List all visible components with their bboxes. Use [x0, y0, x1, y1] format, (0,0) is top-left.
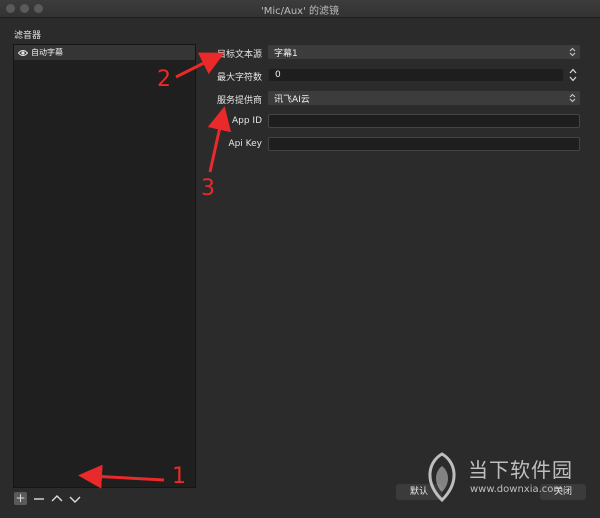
updown-chevron-icon	[568, 92, 577, 104]
minus-icon	[34, 497, 44, 500]
move-down-button[interactable]	[67, 492, 83, 505]
filters-section-label: 滤音器	[14, 31, 42, 41]
api-key-label: Api Key	[228, 139, 262, 149]
remove-filter-button[interactable]	[31, 492, 47, 505]
window-title: 'Mic/Aux' 的滤镜	[260, 6, 340, 17]
stepper-arrows-icon	[569, 68, 577, 82]
annotation-number-1: 1	[172, 464, 186, 489]
watermark-url: www.downxia.com	[470, 484, 564, 495]
filter-list-toolbar: +	[14, 492, 85, 505]
filter-item-label: 自动字幕	[31, 48, 63, 57]
app-id-label: App ID	[231, 116, 262, 126]
eye-icon[interactable]	[18, 49, 28, 57]
target-text-source-value: 字幕1	[274, 49, 298, 59]
annotation-number-2: 2	[157, 67, 171, 92]
target-text-source-select[interactable]: 字幕1	[268, 45, 580, 59]
window-titlebar: 'Mic/Aux' 的滤镜	[0, 0, 600, 18]
max-chars-label: 最大字符数	[216, 73, 262, 83]
max-chars-input[interactable]: 0	[268, 68, 564, 82]
add-filter-button[interactable]: +	[14, 492, 27, 505]
updown-chevron-icon	[568, 46, 577, 58]
watermark-name: 当下软件园	[468, 458, 573, 482]
annotation-number-3: 3	[201, 176, 215, 201]
max-chars-value: 0	[275, 70, 281, 80]
watermark: 当下软件园 www.downxia.com	[418, 448, 598, 506]
api-key-input[interactable]	[268, 137, 580, 151]
service-provider-label: 服务提供商	[216, 96, 262, 106]
service-provider-value: 讯飞AI云	[274, 95, 310, 105]
service-provider-select[interactable]: 讯飞AI云	[268, 91, 580, 105]
app-id-input[interactable]	[268, 114, 580, 128]
watermark-logo-icon	[428, 452, 456, 502]
move-up-button[interactable]	[49, 492, 65, 505]
chevron-up-icon	[51, 494, 63, 501]
chevron-down-icon	[69, 496, 81, 503]
max-chars-stepper[interactable]	[566, 67, 580, 83]
filter-list[interactable]: 自动字幕	[13, 44, 196, 488]
target-text-source-label: 目标文本源	[216, 50, 262, 60]
